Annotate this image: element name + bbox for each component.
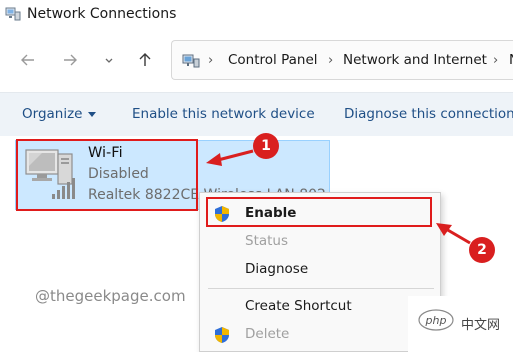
php-logo-caption: 中文网 — [461, 318, 501, 333]
breadcrumb-separator: › — [208, 53, 214, 68]
address-bar[interactable]: › Control Panel › Network and Internet ›… — [171, 40, 513, 80]
chevron-down-icon — [105, 58, 113, 63]
menu-label: Diagnose — [245, 261, 309, 277]
step-2-badge: 2 — [469, 237, 495, 263]
network-connections-icon — [5, 7, 21, 21]
title-bar: Network Connections — [0, 0, 513, 30]
caret-down-icon — [88, 112, 96, 117]
down-chevron-button[interactable] — [95, 48, 123, 72]
breadcrumb-network-connections[interactable]: N — [509, 52, 513, 68]
menu-item-status: Status — [200, 229, 442, 255]
breadcrumb-separator: › — [328, 53, 334, 68]
enable-highlight-box — [206, 197, 432, 227]
up-button[interactable] — [131, 48, 159, 72]
uac-shield-icon — [215, 327, 229, 343]
breadcrumb-separator: › — [493, 53, 499, 68]
window-title: Network Connections — [27, 6, 177, 22]
navigation-row: › Control Panel › Network and Internet ›… — [0, 36, 513, 84]
menu-item-create-shortcut[interactable]: Create Shortcut — [200, 294, 442, 320]
php-logo-text: php — [425, 314, 447, 327]
forward-button[interactable] — [56, 48, 84, 72]
breadcrumb-control-panel[interactable]: Control Panel — [228, 52, 318, 68]
back-button[interactable] — [14, 48, 42, 72]
menu-label: Create Shortcut — [245, 298, 352, 314]
control-panel-network-icon — [182, 54, 200, 68]
menu-separator — [208, 288, 434, 289]
adapter-highlight-box — [16, 139, 198, 211]
watermark: @thegeekpage.com — [35, 287, 186, 305]
arrow-left-icon — [21, 54, 34, 66]
command-bar: Organize Enable this network device Diag… — [0, 92, 513, 136]
menu-label: Delete — [245, 326, 290, 342]
diagnose-connection-button[interactable]: Diagnose this connection — [344, 106, 513, 122]
arrow-up-icon — [139, 53, 151, 66]
php-logo-badge: php — [418, 309, 454, 331]
arrow-right-icon — [64, 54, 77, 66]
menu-label: Status — [245, 233, 289, 249]
breadcrumb-network-and-internet[interactable]: Network and Internet — [343, 52, 487, 68]
menu-item-delete: Delete — [200, 322, 442, 348]
menu-item-diagnose[interactable]: Diagnose — [200, 257, 442, 283]
organize-button[interactable]: Organize — [22, 106, 82, 122]
step-1-badge: 1 — [253, 133, 279, 159]
enable-network-device-button[interactable]: Enable this network device — [132, 106, 315, 122]
